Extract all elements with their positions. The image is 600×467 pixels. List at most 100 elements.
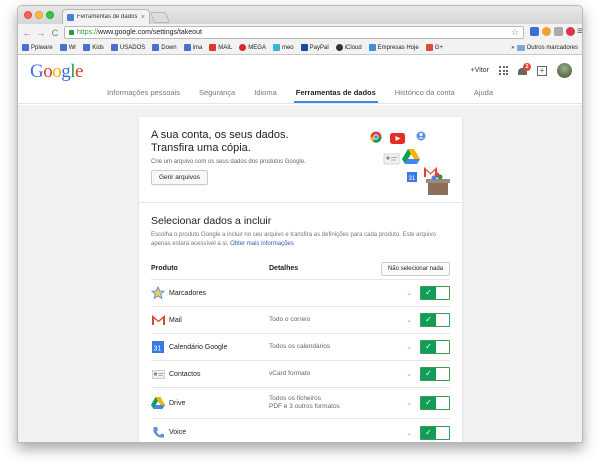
tab-language[interactable]: Idioma xyxy=(252,83,279,103)
other-bookmarks[interactable]: » Outros marcadores xyxy=(511,44,578,51)
product-name: Calendário Google xyxy=(169,343,228,351)
star-icon xyxy=(151,286,165,300)
table-row: Contactos vCard formato ⌄ ✓ xyxy=(151,361,450,388)
bookmark-item[interactable]: Wr xyxy=(59,44,76,51)
product-details-line1: Todos os ficheiros xyxy=(269,395,322,402)
chrome-icon xyxy=(370,131,382,143)
include-toggle[interactable]: ✓ xyxy=(420,425,450,440)
selection-description: Escolha o produto Google a incluir no se… xyxy=(151,231,451,248)
include-toggle[interactable]: ✓ xyxy=(420,286,450,300)
bookmark-item[interactable]: Ppiware xyxy=(22,44,53,51)
calendar-icon: 31 xyxy=(407,172,417,182)
close-window-button[interactable] xyxy=(24,11,32,19)
browser-toolbar: ← → C https:// www.google.com/settings/t… xyxy=(18,24,582,41)
bookmark-icon xyxy=(59,44,67,51)
calendar-icon: 31 xyxy=(151,340,165,354)
chrome-menu-icon[interactable]: ≡ xyxy=(577,26,582,37)
person-icon xyxy=(416,131,426,141)
table-row: Drive Todos os ficheiros PDF e 3 outros … xyxy=(151,388,450,419)
page-content: Google +Vitor 2 + Informações pessoais S… xyxy=(18,55,582,442)
zoom-window-button[interactable] xyxy=(46,11,54,19)
tab-title: Ferramentas de dados - Tr xyxy=(77,14,138,20)
column-details: Detalhes xyxy=(269,265,299,272)
learn-more-link[interactable]: Obter mais informações xyxy=(230,241,294,247)
bookmark-star-icon[interactable]: ☆ xyxy=(511,27,519,38)
youtube-icon xyxy=(390,133,405,144)
avatar[interactable] xyxy=(557,63,572,78)
browser-window: Ferramentas de dados - Tr × ← → C https:… xyxy=(17,5,583,443)
tab-data-tools[interactable]: Ferramentas de dados xyxy=(293,83,378,103)
bookmark-label: iCloud xyxy=(344,44,362,51)
bookmark-label: ima xyxy=(192,44,203,51)
pinterest-icon[interactable] xyxy=(566,27,575,36)
bookmark-item[interactable]: ima xyxy=(183,44,203,51)
product-name: Contactos xyxy=(169,370,201,378)
tab-personal-info[interactable]: Informações pessoais xyxy=(105,83,182,103)
back-button[interactable]: ← xyxy=(22,28,32,38)
tab-account-history[interactable]: Histórico da conta xyxy=(393,83,457,103)
bookmark-item[interactable]: PayPal xyxy=(300,44,329,51)
plus-user-link[interactable]: +Vitor xyxy=(471,67,489,74)
bookmark-label: Ppiware xyxy=(31,44,53,51)
include-toggle[interactable]: ✓ xyxy=(420,396,450,410)
select-none-button[interactable]: Não selecionar nada xyxy=(380,261,450,276)
paypal-icon xyxy=(300,44,308,51)
apps-grid-icon[interactable] xyxy=(499,66,508,75)
products-collage-image: 31 xyxy=(370,131,450,195)
check-icon: ✓ xyxy=(421,341,436,353)
title-bar: Ferramentas de dados - Tr × xyxy=(18,6,582,24)
bookmark-item[interactable]: USADOS xyxy=(110,44,146,51)
google-logo[interactable]: Google xyxy=(30,61,83,83)
selection-title: Selecionar dados a incluir xyxy=(151,215,272,227)
gmail-icon xyxy=(151,313,165,327)
bookmark-label: Down xyxy=(161,44,177,51)
chevron-down-icon[interactable]: ⌄ xyxy=(406,370,412,378)
bookmark-item[interactable]: meo xyxy=(272,44,294,51)
include-toggle[interactable]: ✓ xyxy=(420,340,450,354)
bookmark-item[interactable]: MEGA xyxy=(239,44,266,51)
tab-favicon-icon xyxy=(67,13,74,21)
include-toggle[interactable]: ✓ xyxy=(420,313,450,327)
chevron-down-icon[interactable]: ⌄ xyxy=(406,289,412,297)
extension-icon[interactable] xyxy=(530,27,539,36)
bookmark-label: meo xyxy=(281,44,294,51)
bookmark-icon xyxy=(183,44,191,51)
drive-icon xyxy=(151,396,165,410)
logo-letter: o xyxy=(43,61,53,82)
extension-icon[interactable] xyxy=(542,27,551,36)
share-icon[interactable]: + xyxy=(537,65,547,76)
bookmark-icon xyxy=(22,44,29,51)
chevron-down-icon[interactable]: ⌄ xyxy=(406,316,412,324)
bookmark-label: MEGA xyxy=(248,44,266,51)
address-bar[interactable]: https:// www.google.com/settings/takeout… xyxy=(64,26,524,39)
bookmark-item[interactable]: MAIL xyxy=(209,44,232,51)
minimize-window-button[interactable] xyxy=(35,11,43,19)
chevron-down-icon[interactable]: ⌄ xyxy=(406,343,412,351)
url-scheme: https:// xyxy=(77,29,99,36)
forward-button[interactable]: → xyxy=(36,28,46,38)
svg-text:31: 31 xyxy=(154,346,162,353)
bookmark-item[interactable]: Down xyxy=(152,44,177,51)
chevron-down-icon[interactable]: ⌄ xyxy=(406,429,412,437)
bookmark-label: USADOS xyxy=(119,44,146,51)
tab-security[interactable]: Segurança xyxy=(197,83,237,103)
bookmark-item[interactable]: Empresas Hoje xyxy=(368,44,419,51)
tab-close-icon[interactable]: × xyxy=(141,14,145,21)
overflow-chevron-icon[interactable]: » xyxy=(511,45,514,51)
include-toggle[interactable]: ✓ xyxy=(420,367,450,381)
bookmark-item[interactable]: iCloud xyxy=(335,44,362,51)
contacts-card-icon xyxy=(383,153,400,165)
reload-button[interactable]: C xyxy=(50,28,60,38)
table-row: Voice ⌄ ✓ xyxy=(151,419,450,442)
manage-archives-button[interactable]: Gerir arquivos xyxy=(151,170,208,185)
bookmark-item[interactable]: Kids xyxy=(83,44,104,51)
bookmark-item[interactable]: G+ xyxy=(425,44,443,51)
tab-help[interactable]: Ajuda xyxy=(472,83,495,103)
notifications-bell-icon[interactable]: 2 xyxy=(518,62,531,76)
new-tab-button[interactable] xyxy=(149,12,171,23)
extension-icon[interactable] xyxy=(554,27,563,36)
settings-nav: Informações pessoais Segurança Idioma Fe… xyxy=(18,83,582,104)
chevron-down-icon[interactable]: ⌄ xyxy=(406,399,412,407)
apple-icon xyxy=(335,44,343,51)
browser-tab[interactable]: Ferramentas de dados - Tr × xyxy=(62,9,150,24)
